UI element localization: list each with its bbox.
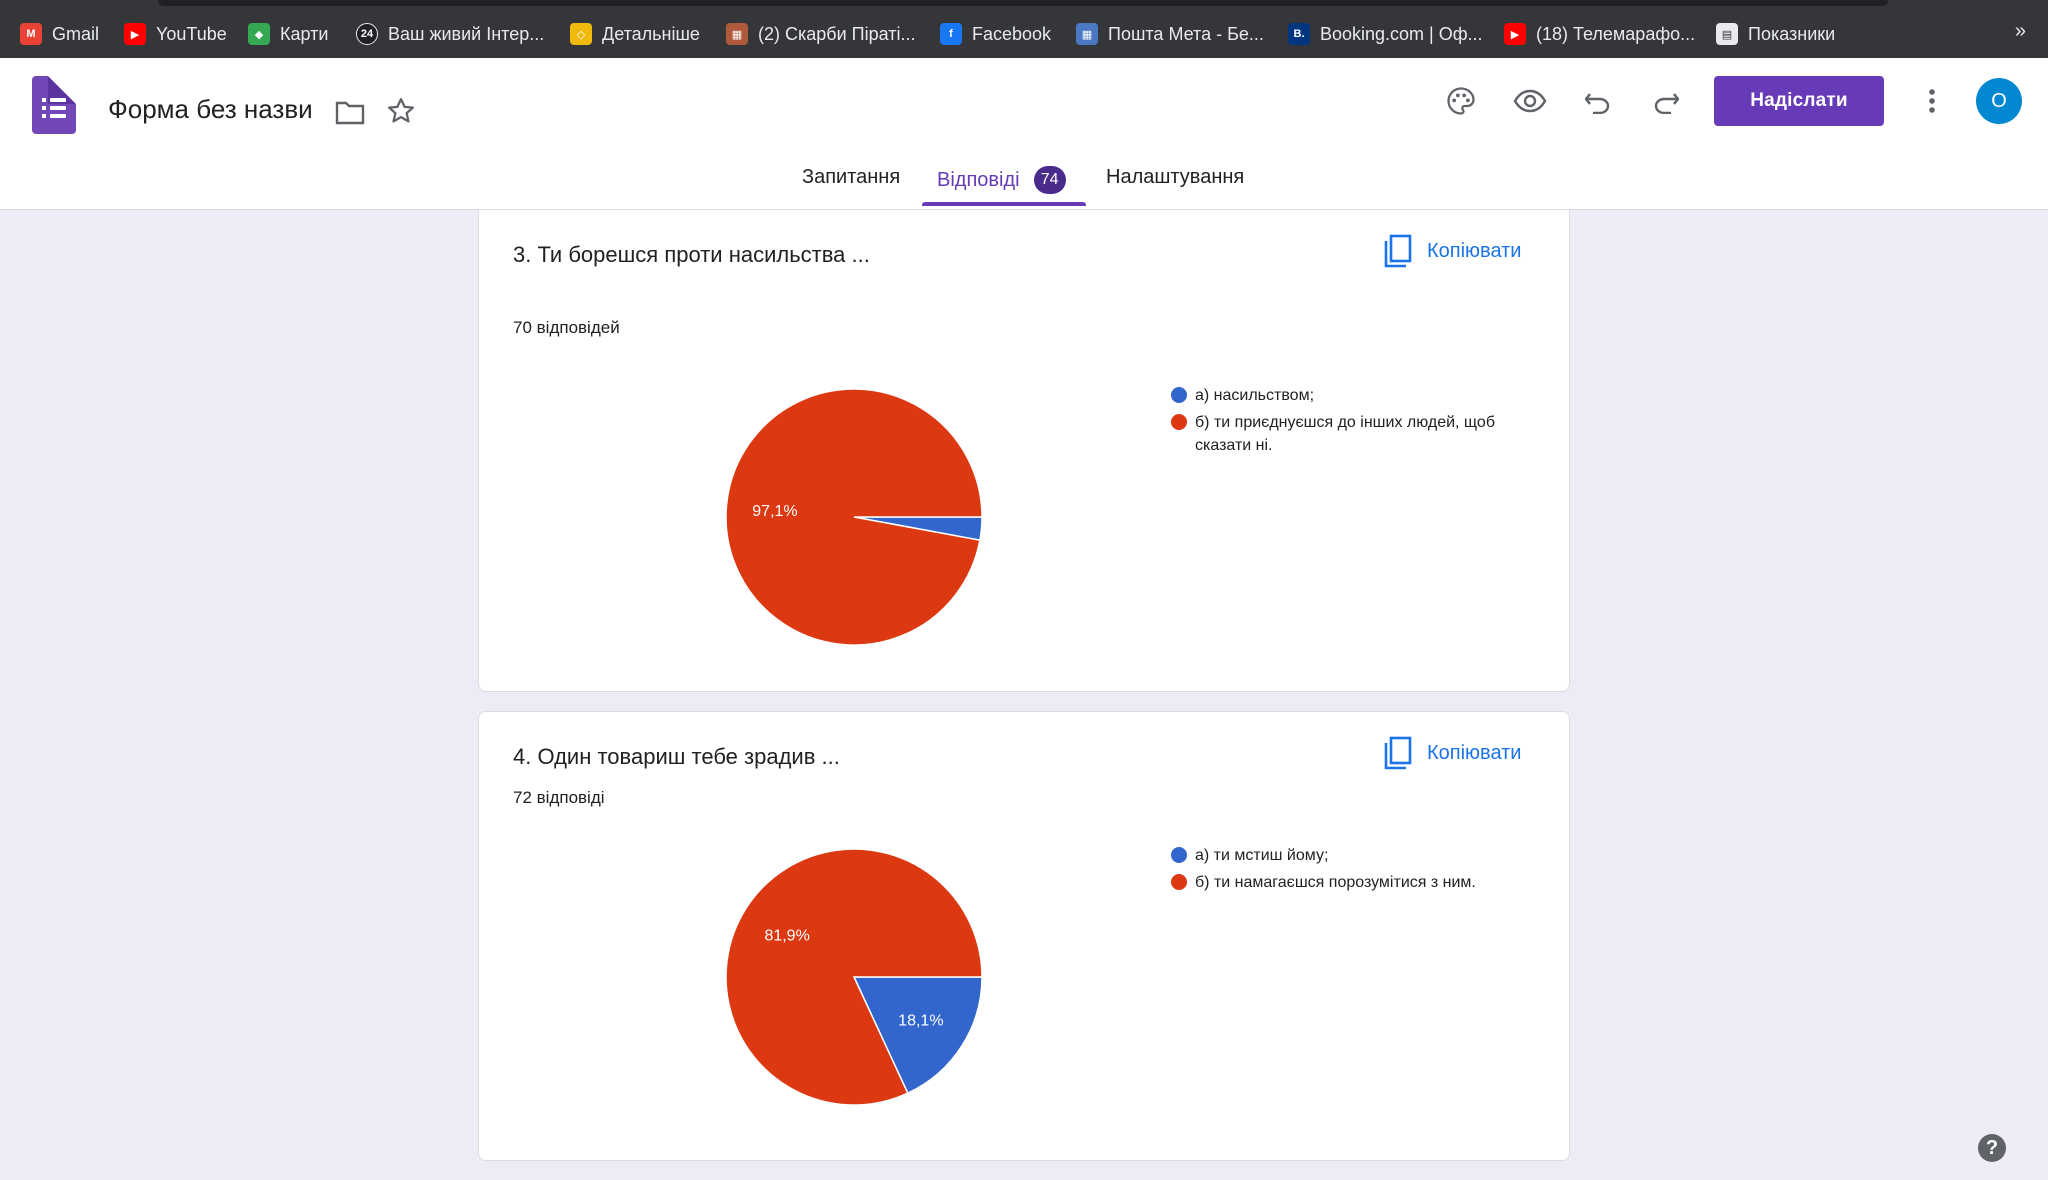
palette-icon[interactable] <box>1444 84 1478 118</box>
bookmark-youtube[interactable]: ▶ (18) Телемарафо... <box>1504 20 1695 48</box>
active-tab-indicator <box>922 202 1086 206</box>
legend-label: а) насильством; <box>1195 387 1315 404</box>
bookmark-label: Показники <box>1748 23 1836 44</box>
legend-color-blue <box>1171 387 1187 403</box>
legend-item: а) ти мстиш йому; <box>1171 844 1551 867</box>
pie-slice-label: 18,1% <box>898 1013 943 1030</box>
legend-color-blue <box>1171 847 1187 863</box>
legend-item: б) ти приєднуєшся до інших людей, щоб ск… <box>1171 411 1511 457</box>
chart-legend: а) насильством; б) ти приєднуєшся до інш… <box>1171 384 1511 461</box>
bookmark-label: Детальніше <box>602 23 700 44</box>
youtube-icon: ▶ <box>124 23 146 45</box>
pie-chart: 97,1% <box>725 388 983 646</box>
account-avatar[interactable]: О <box>1976 78 2022 124</box>
facebook-icon: f <box>940 23 962 45</box>
help-icon[interactable]: ? <box>1978 1134 2006 1162</box>
move-to-folder-icon[interactable] <box>334 96 366 128</box>
bookmark-binance[interactable]: ◇ Детальніше <box>570 20 700 48</box>
undo-icon[interactable] <box>1582 86 1614 118</box>
tab-settings[interactable]: Налаштування <box>1106 166 1244 189</box>
legend-item: а) насильством; <box>1171 384 1511 407</box>
maps-icon: ◆ <box>248 23 270 45</box>
more-options-icon[interactable] <box>1918 84 1946 118</box>
bookmark-label: (2) Скарби Піраті... <box>758 23 916 44</box>
form-title[interactable]: Форма без назви <box>108 94 313 125</box>
binance-icon: ◇ <box>570 23 592 45</box>
question-summary-card: 4. Один товариш тебе зрадив ... Копіюват… <box>478 711 1570 1161</box>
google-forms-logo-icon[interactable] <box>32 76 76 134</box>
bookmark-label: Ваш живий Інтер... <box>388 23 545 44</box>
meta-mail-icon: ▦ <box>1076 23 1098 45</box>
document-icon: ▤ <box>1716 23 1738 45</box>
bookmark-document[interactable]: ▤ Показники <box>1716 20 1835 48</box>
bookmark-gmail[interactable]: M Gmail <box>20 20 99 48</box>
bookmark-label: Booking.com | Оф... <box>1320 23 1483 44</box>
copy-chart-button[interactable]: Копіювати <box>1383 736 1521 770</box>
preview-eye-icon[interactable] <box>1512 84 1548 118</box>
bookmark-label: (18) Телемарафо... <box>1536 23 1696 44</box>
pie-slice-label: 97,1% <box>752 503 797 520</box>
tab-strip <box>158 0 1888 6</box>
booking-icon: B. <box>1288 23 1310 45</box>
bookmark-label: Пошта Мета - Бе... <box>1108 23 1264 44</box>
legend-label: а) ти мстиш йому; <box>1195 847 1329 864</box>
bookmark-booking[interactable]: B. Booking.com | Оф... <box>1288 20 1483 48</box>
copy-icon <box>1384 736 1412 770</box>
response-count: 70 відповідей <box>513 318 620 337</box>
copy-chart-button[interactable]: Копіювати <box>1383 234 1521 268</box>
bookmark-pirates[interactable]: ▦ (2) Скарби Піраті... <box>726 20 915 48</box>
question-title: 4. Один товариш тебе зрадив ... <box>513 744 840 769</box>
tab-settings-label: Налаштування <box>1106 166 1245 188</box>
response-count: 72 відповіді <box>513 788 605 807</box>
copy-label: Копіювати <box>1427 741 1522 764</box>
gmail-icon: M <box>20 23 42 45</box>
responses-count-badge: 74 <box>1033 166 1066 194</box>
legend-label: б) ти приєднуєшся до інших людей, щоб ск… <box>1195 414 1495 454</box>
bookmark-meta-mail[interactable]: ▦ Пошта Мета - Бе... <box>1076 20 1264 48</box>
bookmark-label: Карти <box>280 23 329 44</box>
bookmark-maps[interactable]: ◆ Карти <box>248 20 328 48</box>
tab-questions-label: Запитання <box>802 166 901 188</box>
channel24-icon: 24 <box>356 23 378 45</box>
question-summary-card: 3. Ти борешся проти насильства ... Копію… <box>478 210 1570 692</box>
app-header: Форма без назви Надіслати О Запитання Ві… <box>0 58 2048 210</box>
pirates-icon: ▦ <box>726 23 748 45</box>
chart-legend: а) ти мстиш йому; б) ти намагаєшся пороз… <box>1171 844 1551 898</box>
question-title: 3. Ти борешся проти насильства ... <box>513 242 870 267</box>
bookmark-label: Facebook <box>972 23 1052 44</box>
bookmark-youtube[interactable]: ▶ YouTube <box>124 20 227 48</box>
bookmarks-bar: M Gmail ▶ YouTube ◆ Карти 24 Ваш живий Інтер...… <box>0 0 2048 58</box>
copy-icon <box>1384 234 1412 268</box>
form-tabs: Запитання Відповіді 74 Налаштування <box>0 154 2048 210</box>
bookmark-label: YouTube <box>156 23 227 44</box>
tab-questions[interactable]: Запитання <box>802 166 900 189</box>
youtube-icon: ▶ <box>1504 23 1526 45</box>
legend-item: б) ти намагаєшся порозумітися з ним. <box>1171 871 1551 894</box>
bookmarks-overflow-button[interactable]: » <box>2015 20 2026 43</box>
bookmark-channel24[interactable]: 24 Ваш живий Інтер... <box>356 20 544 48</box>
bookmark-facebook[interactable]: f Facebook <box>940 20 1051 48</box>
tab-responses[interactable]: Відповіді 74 <box>937 166 1066 194</box>
legend-color-red <box>1171 414 1187 430</box>
pie-slice-label: 81,9% <box>764 927 809 944</box>
redo-icon[interactable] <box>1650 86 1682 118</box>
pie-chart: 18,1% 81,9% <box>725 848 983 1106</box>
bookmark-label: Gmail <box>52 23 100 44</box>
legend-label: б) ти намагаєшся порозумітися з ним. <box>1195 874 1476 891</box>
tab-responses-label: Відповіді <box>937 168 1020 191</box>
copy-label: Копіювати <box>1427 239 1522 262</box>
send-button[interactable]: Надіслати <box>1714 76 1884 126</box>
legend-color-red <box>1171 874 1187 890</box>
star-icon[interactable] <box>384 94 418 128</box>
